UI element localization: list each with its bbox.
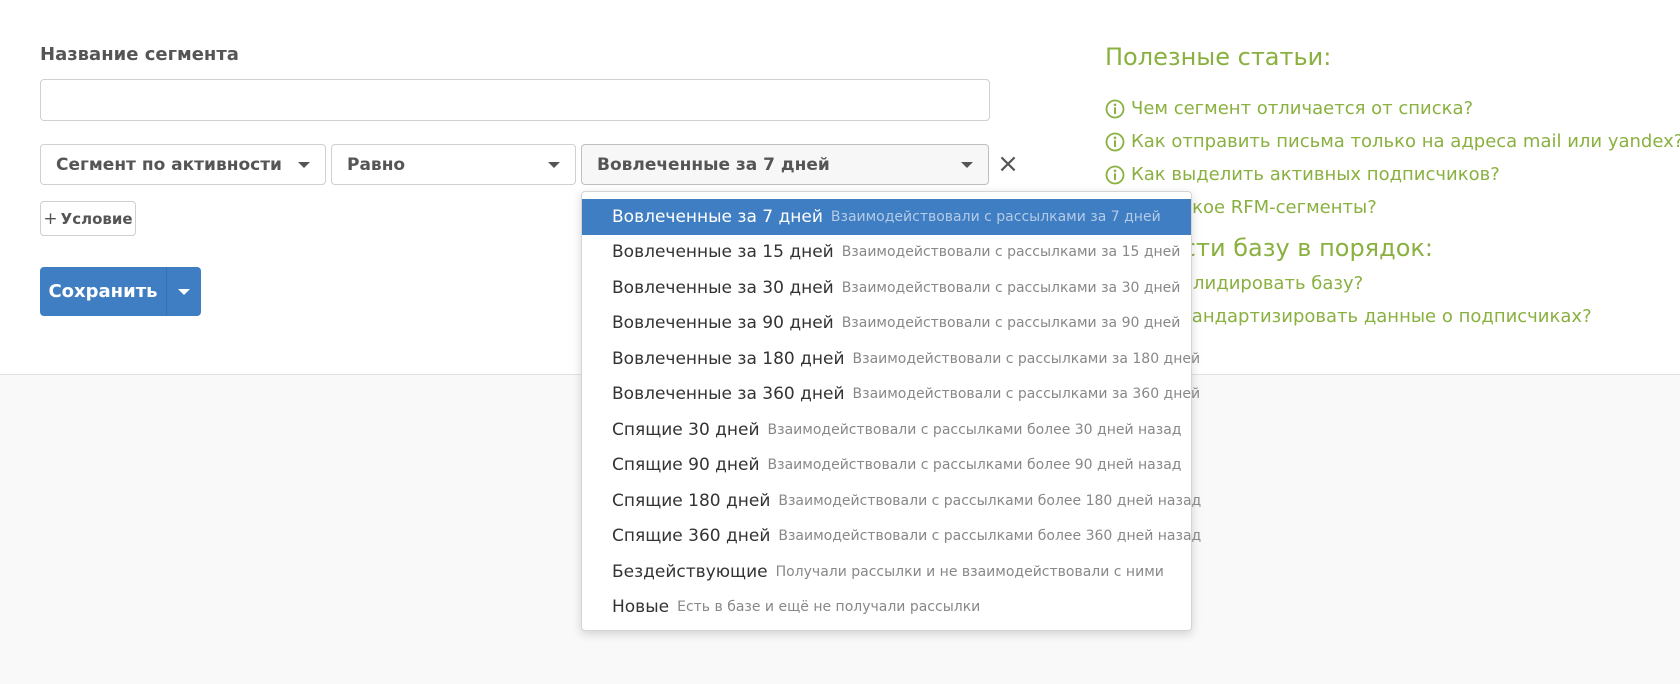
condition-value-select[interactable]: Вовлеченные за 7 дней [581,144,989,185]
dropdown-option[interactable]: Вовлеченные за 30 дней Взаимодействовали … [582,270,1191,306]
dropdown-option-title: Вовлеченные за 180 дней [612,348,845,369]
caret-down-icon [961,161,973,168]
caret-down-icon [178,288,190,295]
condition-field-select[interactable]: Сегмент по активности [40,144,326,185]
dropdown-option-title: Вовлеченные за 7 дней [612,206,823,227]
dropdown-option-title: Спящие 90 дней [612,455,760,476]
article-link[interactable]: Как отправить письма только на адреса ma… [1105,125,1680,158]
segment-value-dropdown: Вовлеченные за 7 дней Взаимодействовали с… [581,191,1201,631]
dropdown-option-description: Есть в базе и ещё не получали рассылки [677,599,981,616]
dropdown-option-title: Вовлеченные за 90 дней [612,313,834,334]
dropdown-option-description: Взаимодействовали с рассылками более 90 … [767,457,1182,474]
dropdown-option-title: Вовлеченные за 15 дней [612,242,834,263]
add-condition-label: Условие [60,209,133,228]
dropdown-option-description: Взаимодействовали с рассылками за 360 дн… [852,386,1201,403]
info-circle-icon [1105,165,1125,184]
dropdown-option-title: Спящие 30 дней [612,419,760,440]
dropdown-option-description: Взаимодействовали с рассылками более 180… [778,492,1202,509]
condition-field-select-value: Сегмент по активности [56,154,282,175]
article-link[interactable]: Как выделить активных подписчиков? [1105,158,1680,191]
condition-operator-select-value: Равно [347,154,406,175]
dropdown-option[interactable]: Вовлеченные за 360 дней Взаимодействовали… [582,377,1200,413]
segment-name-input[interactable] [40,79,990,121]
dropdown-option-title: Новые [612,597,670,618]
caret-down-icon [298,161,310,168]
article-link[interactable]: Чем сегмент отличается от списка? [1105,92,1680,125]
dropdown-option-description: Взаимодействовали с рассылками за 90 дне… [841,315,1181,332]
dropdown-option-description: Взаимодействовали с рассылками более 30 … [767,421,1182,438]
dropdown-option[interactable]: Бездействующие Получали рассылки и не вза… [582,554,1191,590]
save-button[interactable]: Сохранить [40,267,167,316]
dropdown-option[interactable]: Вовлеченные за 15 дней Взаимодействовали … [582,235,1191,271]
dropdown-option[interactable]: Вовлеченные за 7 дней Взаимодействовали с… [582,199,1191,235]
dropdown-option-description: Взаимодействовали с рассылками за 7 дней [830,208,1161,225]
dropdown-option-description: Взаимодействовали с рассылками за 30 дне… [841,279,1181,296]
add-condition-button[interactable]: + Условие [40,201,136,236]
close-icon[interactable]: × [995,150,1021,178]
dropdown-option[interactable]: Спящие 30 дней Взаимодействовали с рассыл… [582,412,1191,448]
segment-name-label: Название сегмента [40,44,239,65]
condition-operator-select[interactable]: Равно [331,144,576,185]
dropdown-option-title: Спящие 180 дней [612,490,771,511]
dropdown-option[interactable]: Спящие 180 дней Взаимодействовали с рассы… [582,483,1201,519]
save-button-group: Сохранить [40,267,201,316]
dropdown-option-title: Вовлеченные за 30 дней [612,277,834,298]
dropdown-option[interactable]: Вовлеченные за 90 дней Взаимодействовали … [582,306,1191,342]
caret-down-icon [548,161,560,168]
useful-articles-heading: Полезные статьи: [1105,43,1332,71]
article-link-label: Как стандартизировать данные о подписчик… [1131,306,1592,327]
save-options-toggle[interactable] [167,267,201,316]
info-circle-icon [1105,132,1125,151]
info-circle-icon [1105,99,1125,118]
dropdown-option-title: Бездействующие [612,561,768,582]
dropdown-option-title: Спящие 360 дней [612,526,771,547]
article-link-label: Как выделить активных подписчиков? [1131,164,1500,185]
dropdown-option[interactable]: Спящие 360 дней Взаимодействовали с рассы… [582,519,1201,555]
plus-icon: + [43,208,58,229]
dropdown-option-title: Вовлеченные за 360 дней [612,384,845,405]
dropdown-option[interactable]: Новые Есть в базе и ещё не получали рассы… [582,590,1191,626]
dropdown-option-description: Взаимодействовали с рассылками за 15 дне… [841,244,1181,261]
dropdown-option-description: Взаимодействовали с рассылками более 360… [778,528,1202,545]
dropdown-option-description: Взаимодействовали с рассылками за 180 дн… [852,350,1201,367]
dropdown-option[interactable]: Вовлеченные за 180 дней Взаимодействовали… [582,341,1200,377]
dropdown-option[interactable]: Спящие 90 дней Взаимодействовали с рассыл… [582,448,1191,484]
article-link-label: Как отправить письма только на адреса ma… [1131,131,1680,152]
dropdown-option-description: Получали рассылки и не взаимодействовали… [775,563,1164,580]
article-link-label: Чем сегмент отличается от списка? [1131,98,1474,119]
condition-value-select-value: Вовлеченные за 7 дней [597,154,830,175]
